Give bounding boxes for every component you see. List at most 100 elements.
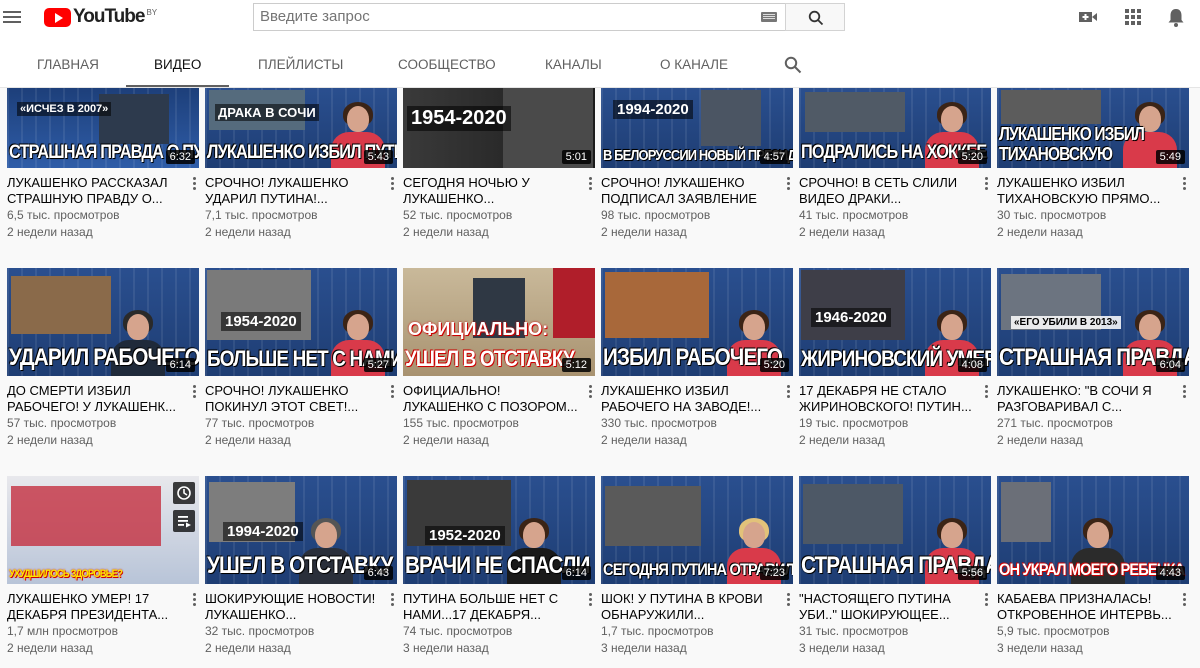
video-thumbnail[interactable]: ОФИЦИАЛЬНО: УШЕЛ В ОТСТАВКУ 5:12 [403,268,595,376]
video-thumbnail[interactable]: СТРАШНАЯ ПРАВДА 5:56 [799,476,991,584]
notifications-bell-icon[interactable] [1167,8,1187,27]
more-options-icon[interactable] [985,592,989,608]
video-thumbnail[interactable]: ПОДРАЛИСЬ НА ХОККЕЕ 5:20 [799,88,991,168]
more-options-icon[interactable] [589,592,593,608]
video-thumbnail[interactable]: 1994-2020 В БЕЛОРУССИИ НОВЫЙ ПРЕЗИДЕНТ 4… [601,88,793,168]
video-title[interactable]: ШОКИРУЮЩИЕ НОВОСТИ! ЛУКАШЕНКО... [205,591,385,623]
video-thumbnail[interactable]: 1954-2020 БОЛЬШЕ НЕТ С НАМИ 5:27 [205,268,397,376]
more-options-icon[interactable] [985,384,989,400]
more-options-icon[interactable] [391,592,395,608]
video-title[interactable]: ШОК! У ПУТИНА В КРОВИ ОБНАРУЖИЛИ... [601,591,781,623]
view-count: 7,1 тыс. просмотров [205,208,318,222]
video-title[interactable]: 17 ДЕКАБРЯ НЕ СТАЛО ЖИРИНОВСКОГО! ПУТИН.… [799,383,979,415]
video-thumbnail[interactable]: СЕГОДНЯ ПУТИНА ОТРАВИЛИ 7:23 [601,476,793,584]
video-thumbnail[interactable]: УХУДШИЛОСЬ ЗДОРОВЬЕ? [7,476,199,584]
view-count: 30 тыс. просмотров [997,208,1107,222]
video-title[interactable]: КАБАЕВА ПРИЗНАЛАСЬ! ОТКРОВЕННОЕ ИНТЕРВЬ.… [997,591,1177,623]
video-duration: 4:43 [1155,566,1185,580]
upload-age: 2 недели назад [403,225,489,239]
youtube-logo[interactable]: YouTube BY [44,6,157,28]
video-title[interactable]: "НАСТОЯЩЕГО ПУТИНА УБИ.." ШОКИРУЮЩЕЕ... [799,591,979,623]
view-count: 32 тыс. просмотров [205,624,315,638]
more-options-icon[interactable] [193,176,197,192]
video-thumbnail[interactable]: 1946-2020 ЖИРИНОВСКИЙ УМЕР 4:08 [799,268,991,376]
video-duration: 5:20 [957,150,987,164]
view-count: 5,9 тыс. просмотров [997,624,1110,638]
video-title[interactable]: ЛУКАШЕНКО УМЕР! 17 ДЕКАБРЯ ПРЕЗИДЕНТА... [7,591,187,623]
video-title[interactable]: ПУТИНА БОЛЬШЕ НЕТ С НАМИ...17 ДЕКАБРЯ... [403,591,583,623]
more-options-icon[interactable] [1183,176,1187,192]
upload-age: 3 недели назад [403,641,489,655]
video-duration: 6:43 [363,566,393,580]
top-bar: YouTube BY [0,0,1200,42]
upload-age: 2 недели назад [799,225,885,239]
video-title[interactable]: СРОЧНО! ЛУКАШЕНКО ПОДПИСАЛ ЗАЯВЛЕНИЕ О..… [601,175,781,207]
upload-age: 2 недели назад [601,225,687,239]
view-count: 52 тыс. просмотров [403,208,513,222]
video-thumbnail[interactable]: «ЕГО УБИЛИ В 2013» СТРАШНАЯ ПРАВДА 6:04 [997,268,1189,376]
more-options-icon[interactable] [391,384,395,400]
video-title[interactable]: ДО СМЕРТИ ИЗБИЛ РАБОЧЕГО! У ЛУКАШЕНК... [7,383,187,415]
upload-age: 3 недели назад [601,641,687,655]
more-options-icon[interactable] [193,592,197,608]
video-title[interactable]: ЛУКАШЕНКО ИЗБИЛ РАБОЧЕГО НА ЗАВОДЕ!... [601,383,781,415]
tab-about[interactable]: О КАНАЛЕ [660,42,728,87]
video-duration: 5:43 [363,150,393,164]
thumbnail-years: 1952-2020 [425,526,505,545]
video-title[interactable]: СРОЧНО! В СЕТЬ СЛИЛИ ВИДЕО ДРАКИ... [799,175,979,207]
tab-home[interactable]: ГЛАВНАЯ [37,42,99,87]
video-duration: 6:04 [1155,358,1185,372]
more-options-icon[interactable] [787,176,791,192]
view-count: 1,7 млн просмотров [7,624,118,638]
thumbnail-caption: ЛУКАШЕНКО ИЗБИЛ ТИХАНОВСКУЮ [999,124,1145,164]
search-button[interactable] [785,3,845,31]
create-video-icon[interactable] [1078,8,1098,26]
video-title[interactable]: ЛУКАШЕНКО: "В СОЧИ Я РАЗГОВАРИВАЛ С... [997,383,1177,415]
video-duration: 7:23 [759,566,789,580]
more-options-icon[interactable] [1183,592,1187,608]
view-count: 155 тыс. просмотров [403,416,519,430]
channel-search-icon[interactable] [784,56,802,79]
video-thumbnail[interactable]: УДАРИЛ РАБОЧЕГО 6:14 [7,268,199,376]
more-options-icon[interactable] [787,592,791,608]
video-title[interactable]: ЛУКАШЕНКО ИЗБИЛ ТИХАНОВСКУЮ ПРЯМО... [997,175,1177,207]
tab-videos[interactable]: ВИДЕО [125,42,230,87]
keyboard-icon[interactable] [761,12,777,22]
more-options-icon[interactable] [589,384,593,400]
more-options-icon[interactable] [193,384,197,400]
tab-community[interactable]: СООБЩЕСТВО [398,42,496,87]
video-thumbnail[interactable]: ОН УКРАЛ МОЕГО РЕБЕНКА 4:43 [997,476,1189,584]
more-options-icon[interactable] [787,384,791,400]
thumbnail-caption: УШЕЛ В ОТСТАВКУ [405,346,575,371]
video-title[interactable]: ЛУКАШЕНКО РАССКАЗАЛ СТРАШНУЮ ПРАВДУ О... [7,175,187,207]
video-thumbnail[interactable]: «ИСЧЕЗ В 2007» СТРАШНАЯ ПРАВДА О ПУТИНЕ … [7,88,199,168]
video-thumbnail[interactable]: 1994-2020 УШЕЛ В ОТСТАВКУ 6:43 [205,476,397,584]
more-options-icon[interactable] [589,176,593,192]
video-thumbnail[interactable]: ДРАКА В СОЧИ ЛУКАШЕНКО ИЗБИЛ ПУТИНА 5:43 [205,88,397,168]
video-thumbnail[interactable]: 1952-2020 ВРАЧИ НЕ СПАСЛИ 6:14 [403,476,595,584]
more-options-icon[interactable] [985,176,989,192]
search-input[interactable] [254,4,746,28]
tab-channels[interactable]: КАНАЛЫ [545,42,602,87]
video-title[interactable]: ОФИЦИАЛЬНО! ЛУКАШЕНКО С ПОЗОРОМ... [403,383,583,415]
video-thumbnail[interactable]: ЛУКАШЕНКО ИЗБИЛ ТИХАНОВСКУЮ 5:49 [997,88,1189,168]
tab-playlists[interactable]: ПЛЕЙЛИСТЫ [258,42,343,87]
video-title[interactable]: СРОЧНО! ЛУКАШЕНКО УДАРИЛ ПУТИНА!... [205,175,385,207]
apps-grid-icon[interactable] [1124,8,1144,26]
more-options-icon[interactable] [1183,384,1187,400]
menu-icon[interactable] [3,8,21,26]
add-to-queue-icon[interactable] [173,510,195,532]
video-thumbnail[interactable]: 1954-2020 5:01 [403,88,595,168]
logo-text: YouTube [73,6,145,27]
more-options-icon[interactable] [391,176,395,192]
video-thumbnail[interactable]: ИЗБИЛ РАБОЧЕГО 5:20 [601,268,793,376]
video-duration: 5:56 [957,566,987,580]
thumbnail-caption: ИЗБИЛ РАБОЧЕГО [603,344,783,371]
video-duration: 6:14 [561,566,591,580]
video-title[interactable]: СЕГОДНЯ НОЧЬЮ У ЛУКАШЕНКО... [403,175,583,207]
watch-later-icon[interactable] [173,482,195,504]
logo-region: BY [146,8,158,17]
video-duration: 5:01 [561,150,591,164]
upload-age: 2 недели назад [7,433,93,447]
video-title[interactable]: СРОЧНО! ЛУКАШЕНКО ПОКИНУЛ ЭТОТ СВЕТ!... [205,383,385,415]
